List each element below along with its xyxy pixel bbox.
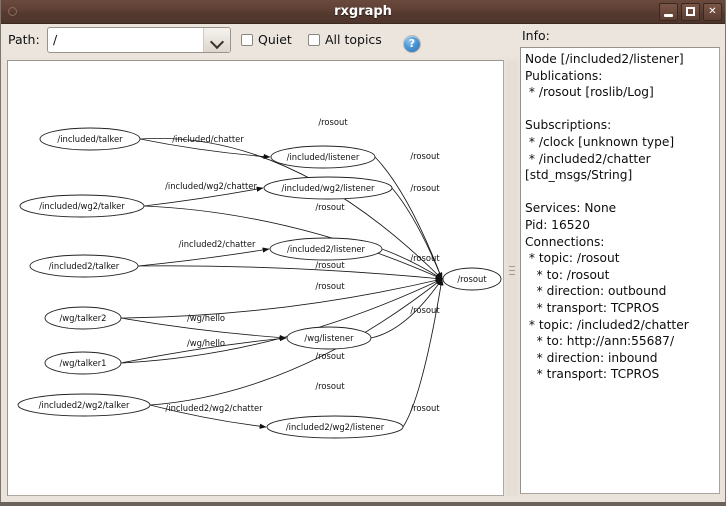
node-label: /included/listener (287, 152, 360, 162)
edge-label: /rosout (410, 403, 440, 413)
graph-edge (138, 249, 269, 266)
edge-label: /wg/hello (187, 313, 225, 323)
node-label: /included2/wg2/listener (286, 422, 385, 432)
graph-node[interactable]: /included2/talker (30, 255, 138, 277)
graph-node[interactable]: /included2/wg2/listener (267, 416, 403, 438)
all-topics-label: All topics (325, 32, 382, 47)
info-title: Info: (522, 28, 720, 43)
all-topics-checkbox[interactable]: All topics (308, 32, 382, 47)
edge-label: /rosout (315, 381, 345, 391)
path-dropdown-button[interactable] (204, 28, 230, 52)
edge-label: /included2/wg2/chatter (165, 403, 263, 413)
window-title: rxgraph (0, 0, 726, 24)
node-label: /included2/wg2/talker (39, 400, 130, 410)
quiet-checkbox[interactable]: Quiet (241, 32, 292, 47)
graph-node[interactable]: /included2/listener (270, 238, 382, 260)
ros-node-graph: /included/talker/included/wg2/talker/inc… (8, 61, 503, 495)
graph-edge (121, 279, 442, 318)
edge-label: /rosout (318, 117, 348, 127)
edge-label: /wg/hello (187, 338, 225, 348)
close-button[interactable]: ✕ (703, 3, 722, 21)
graph-canvas[interactable]: /included/talker/included/wg2/talker/inc… (7, 60, 504, 496)
checkbox-icon (241, 34, 253, 46)
node-label: /included2/listener (287, 244, 366, 254)
node-label: /included2/talker (49, 261, 120, 271)
edge-label: /rosout (315, 260, 345, 270)
info-textbox[interactable]: Node [/included2/listener] Publications:… (520, 47, 720, 494)
graph-edge (392, 188, 442, 279)
minimize-button[interactable] (659, 3, 678, 21)
panel-splitter[interactable] (506, 60, 518, 496)
node-label: /wg/talker1 (59, 358, 106, 368)
edge-label: /rosout (315, 202, 345, 212)
path-label: Path: (8, 32, 40, 47)
graph-node[interactable]: /included/wg2/talker (20, 195, 144, 217)
node-label: /rosout (457, 274, 487, 284)
checkbox-icon (308, 34, 320, 46)
graph-node[interactable]: /included/wg2/listener (264, 177, 392, 199)
node-label: /wg/talker2 (59, 313, 106, 323)
edge-label: /rosout (410, 183, 440, 193)
quiet-label: Quiet (258, 32, 292, 47)
edge-label: /included/wg2/chatter (165, 181, 257, 191)
edge-label: /rosout (410, 305, 440, 315)
graph-node[interactable]: /wg/listener (287, 327, 371, 349)
edge-label: /included/chatter (172, 134, 244, 144)
graph-node[interactable]: /wg/talker2 (45, 307, 121, 329)
graph-node[interactable]: /wg/talker1 (45, 352, 121, 374)
path-combobox[interactable]: / (47, 27, 231, 53)
maximize-button[interactable] (681, 3, 700, 21)
graph-edge (121, 279, 442, 363)
help-icon[interactable]: ? (403, 35, 421, 53)
info-panel: Info: Node [/included2/listener] Publica… (520, 28, 720, 496)
edge-label: /rosout (315, 281, 345, 291)
edge-label: /rosout (410, 253, 440, 263)
node-label: /included/wg2/talker (39, 201, 125, 211)
chevron-down-icon (210, 35, 224, 49)
graph-edge (138, 266, 442, 279)
edge-label: /included2/chatter (179, 239, 256, 249)
node-label: /included/wg2/listener (282, 183, 376, 193)
graph-node[interactable]: /included2/wg2/talker (18, 394, 150, 416)
graph-nodes: /included/talker/included/wg2/talker/inc… (18, 128, 501, 438)
node-label: /wg/listener (304, 333, 354, 343)
graph-node[interactable]: /rosout (443, 268, 501, 290)
info-text: Node [/included2/listener] Publications:… (525, 51, 715, 383)
window-controls: ✕ (659, 3, 722, 21)
edge-label: /rosout (410, 151, 440, 161)
node-label: /included/talker (57, 134, 123, 144)
graph-node[interactable]: /included/listener (271, 146, 375, 168)
edge-label: /rosout (315, 351, 345, 361)
title-bar[interactable]: rxgraph ✕ (0, 0, 726, 24)
path-input[interactable]: / (48, 28, 204, 52)
rxgraph-window: rxgraph ✕ Path: / Quiet All topics ? (0, 0, 726, 506)
graph-node[interactable]: /included/talker (40, 128, 140, 150)
splitter-grip-icon (509, 266, 515, 278)
close-icon: ✕ (704, 4, 721, 20)
help-glyph: ? (404, 36, 420, 52)
